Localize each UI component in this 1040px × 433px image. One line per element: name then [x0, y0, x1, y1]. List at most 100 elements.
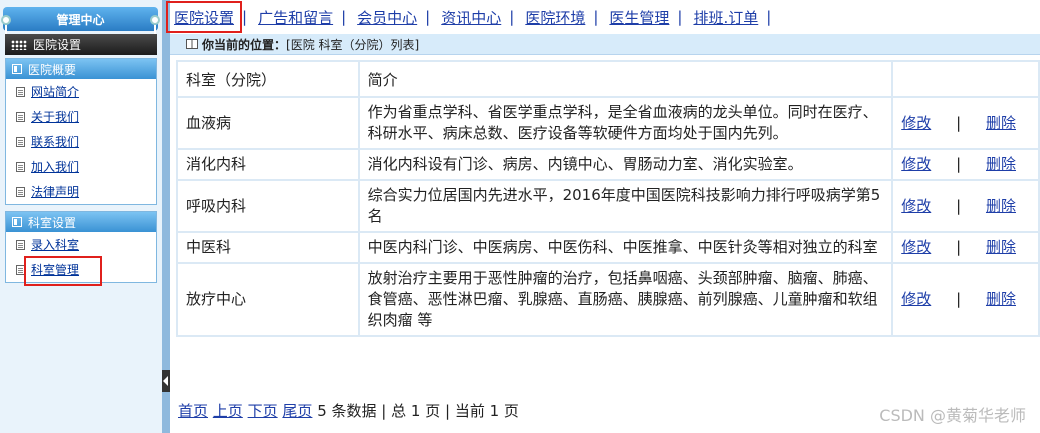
- cell-intro: 中医内科门诊、中医病房、中医伤科、中医推拿、中医针灸等相对独立的科室: [359, 233, 892, 262]
- nav-hospital-environment[interactable]: 医院环境: [523, 7, 587, 28]
- pager-separator: |: [445, 402, 451, 420]
- nav-separator: |: [593, 8, 599, 26]
- sidebar-item-about-us[interactable]: 关于我们: [6, 104, 156, 129]
- breadcrumb: 你当前的位置： [医院 科室（分院）列表]: [170, 34, 1040, 55]
- sidebar-header: 管理中心: [1, 7, 160, 41]
- panel-title: 医院概要: [28, 62, 77, 77]
- record-count: 5 条数据: [317, 402, 377, 420]
- cell-intro: 放射治疗主要用于恶性肿瘤的治疗，包括鼻咽癌、头颈部肿瘤、脑瘤、肺癌、食管癌、恶性…: [359, 264, 892, 335]
- cell-intro: 消化内科设有门诊、病房、内镜中心、胃肠动力室、消化实验室。: [359, 150, 892, 179]
- sidebar-splitter[interactable]: [162, 0, 170, 433]
- current-page: 当前 1 页: [454, 402, 519, 420]
- document-icon: [16, 239, 25, 250]
- action-separator: |: [956, 238, 962, 256]
- panel-title: 科室设置: [28, 215, 77, 230]
- column-header-intro: 简介: [359, 62, 892, 96]
- cell-department-name: 血液病: [178, 98, 358, 148]
- delete-link[interactable]: 删除: [986, 237, 1016, 258]
- action-separator: |: [956, 155, 962, 173]
- nav-ads-messages[interactable]: 广告和留言: [256, 7, 335, 28]
- sidebar-link[interactable]: 加入我们: [31, 158, 79, 175]
- table-row: 消化内科 消化内科设有门诊、病房、内镜中心、胃肠动力室、消化实验室。 修改 | 删除: [178, 150, 1038, 179]
- document-icon: [16, 161, 25, 172]
- table-header-row: 科室（分院） 简介: [178, 62, 1038, 96]
- next-page-link[interactable]: 下页: [248, 402, 278, 420]
- top-navigation: 医院设置 | 广告和留言 | 会员中心 | 资讯中心 | 医院环境 | 医生管理 | 排班.…: [170, 0, 1040, 34]
- edit-link[interactable]: 修改: [901, 289, 931, 310]
- nav-separator: |: [341, 8, 347, 26]
- watermark: CSDN @黄菊华老师: [879, 406, 1026, 425]
- prev-page-link[interactable]: 上页: [213, 402, 243, 420]
- sidebar-link[interactable]: 关于我们: [31, 108, 79, 125]
- table-row: 放疗中心 放射治疗主要用于恶性肿瘤的治疗，包括鼻咽癌、头颈部肿瘤、脑瘤、肺癌、食…: [178, 264, 1038, 335]
- edit-link[interactable]: 修改: [901, 237, 931, 258]
- sidebar-item-contact-us[interactable]: 联系我们: [6, 129, 156, 154]
- delete-link[interactable]: 删除: [986, 289, 1016, 310]
- delete-link[interactable]: 删除: [986, 113, 1016, 134]
- cell-intro: 作为省重点学科、省医学重点学科，是全省血液病的龙头单位。同时在医疗、科研水平、病…: [359, 98, 892, 148]
- nav-schedule-orders[interactable]: 排班.订单: [691, 7, 760, 28]
- cell-actions: 修改 | 删除: [893, 233, 1038, 262]
- sidebar-item-legal[interactable]: 法律声明: [6, 179, 156, 204]
- collapse-arrow-icon[interactable]: [162, 370, 170, 392]
- panel-hospital-overview: 医院概要 网站简介 关于我们 联系我们 加入我们 法律声明: [5, 58, 157, 205]
- column-header-department: 科室（分院）: [178, 62, 358, 96]
- table-row: 呼吸内科 综合实力位居国内先进水平，2016年度中国医院科技影响力排行呼吸病学第…: [178, 181, 1038, 231]
- cell-actions: 修改 | 删除: [893, 264, 1038, 335]
- total-pages: 总 1 页: [391, 402, 441, 420]
- sidebar-link[interactable]: 法律声明: [31, 183, 79, 200]
- cell-department-name: 放疗中心: [178, 264, 358, 335]
- panel-icon: [12, 64, 22, 74]
- nav-separator: |: [509, 8, 515, 26]
- delete-link[interactable]: 删除: [986, 154, 1016, 175]
- cell-department-name: 消化内科: [178, 150, 358, 179]
- action-separator: |: [956, 290, 962, 308]
- sidebar-link[interactable]: 录入科室: [31, 236, 79, 253]
- breadcrumb-path: [医院 科室（分院）列表]: [286, 37, 420, 52]
- cell-actions: 修改 | 删除: [893, 181, 1038, 231]
- cell-intro: 综合实力位居国内先进水平，2016年度中国医院科技影响力排行呼吸病学第5名: [359, 181, 892, 231]
- highlight-box: [166, 1, 242, 33]
- column-header-actions: [893, 62, 1038, 96]
- edit-link[interactable]: 修改: [901, 113, 931, 134]
- sidebar-link[interactable]: 联系我们: [31, 133, 79, 150]
- sidebar-section-label: 医院设置: [33, 38, 82, 52]
- nav-member-center[interactable]: 会员中心: [355, 7, 419, 28]
- nav-separator: |: [677, 8, 683, 26]
- sidebar-item-add-department[interactable]: 录入科室: [6, 232, 156, 257]
- pagination: 首页 上页 下页 尾页 5 条数据 | 总 1 页 | 当前 1 页: [178, 400, 519, 421]
- nav-news-center[interactable]: 资讯中心: [439, 7, 503, 28]
- document-icon: [16, 86, 25, 97]
- pin-icon: [1, 15, 11, 41]
- panel-header[interactable]: 科室设置: [6, 212, 156, 232]
- sidebar-section-hospital-settings[interactable]: 医院设置: [5, 34, 157, 55]
- cell-department-name: 中医科: [178, 233, 358, 262]
- document-icon: [16, 186, 25, 197]
- action-separator: |: [956, 196, 962, 215]
- document-icon: [16, 111, 25, 122]
- action-separator: |: [956, 113, 962, 132]
- cell-actions: 修改 | 删除: [893, 150, 1038, 179]
- nav-separator: |: [766, 8, 772, 26]
- sidebar-item-join-us[interactable]: 加入我们: [6, 154, 156, 179]
- cell-actions: 修改 | 删除: [893, 98, 1038, 148]
- panel-icon: [12, 217, 22, 227]
- first-page-link[interactable]: 首页: [178, 402, 208, 420]
- highlight-box: [24, 256, 102, 286]
- pager-separator: |: [381, 402, 387, 420]
- breadcrumb-label: 你当前的位置：: [202, 37, 287, 52]
- book-icon: [186, 39, 198, 49]
- last-page-link[interactable]: 尾页: [282, 402, 312, 420]
- nav-doctor-management[interactable]: 医生管理: [607, 7, 671, 28]
- table-row: 血液病 作为省重点学科、省医学重点学科，是全省血液病的龙头单位。同时在医疗、科研…: [178, 98, 1038, 148]
- sidebar-item-site-intro[interactable]: 网站简介: [6, 79, 156, 104]
- edit-link[interactable]: 修改: [901, 154, 931, 175]
- edit-link[interactable]: 修改: [901, 196, 931, 217]
- delete-link[interactable]: 删除: [986, 196, 1016, 217]
- panel-header[interactable]: 医院概要: [6, 59, 156, 79]
- sidebar-header-title: 管理中心: [56, 12, 105, 27]
- department-table: 科室（分院） 简介 血液病 作为省重点学科、省医学重点学科，是全省血液病的龙头单…: [176, 60, 1040, 337]
- nav-separator: |: [425, 8, 431, 26]
- sidebar-link[interactable]: 网站简介: [31, 83, 79, 100]
- pin-icon: [150, 15, 160, 41]
